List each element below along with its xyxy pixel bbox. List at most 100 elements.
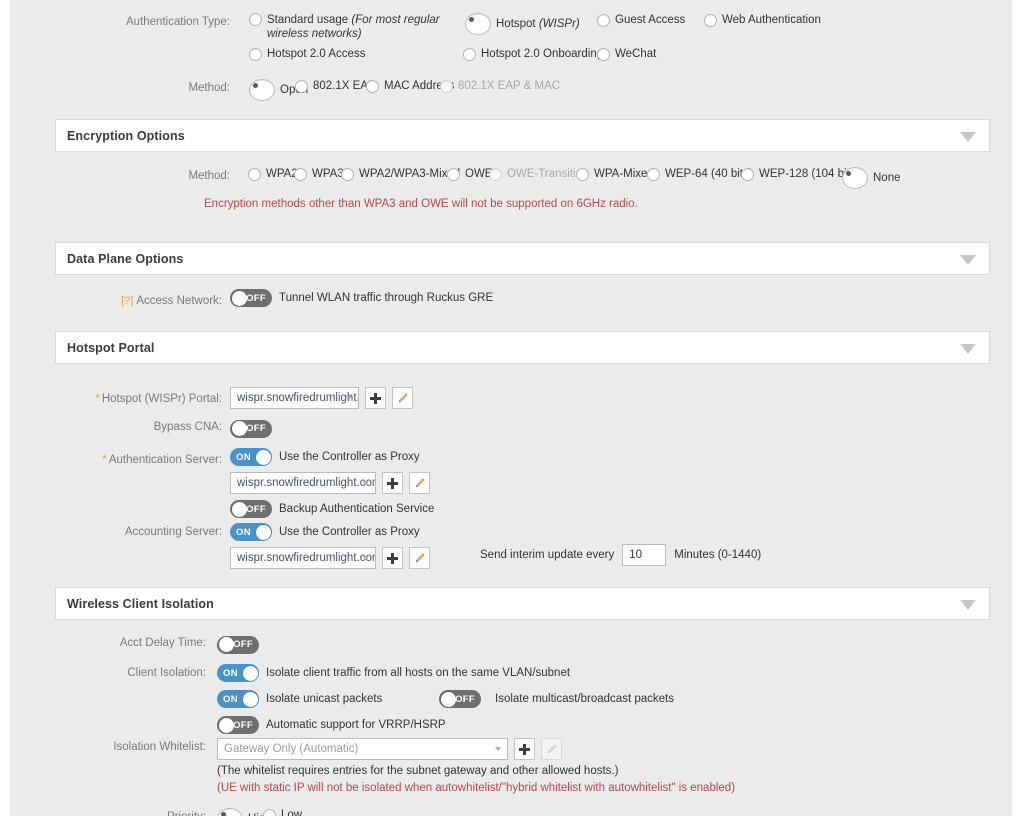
pencil-icon (398, 393, 408, 403)
toggle-knob (231, 290, 247, 306)
auth-server-label: Authentication Server: (108, 454, 222, 466)
section-hotspot-portal[interactable]: Hotspot Portal (55, 331, 990, 364)
toggle-knob (242, 665, 258, 681)
radio-enc-wpa-mixed[interactable]: WPA-Mixed (576, 167, 654, 181)
wispr-portal-row: * Hotspot (WISPr) Portal: wispr.snowfired… (10, 387, 1012, 409)
chevron-down-icon[interactable] (960, 131, 976, 142)
radio-enc-wep64-icon[interactable] (647, 167, 660, 181)
radio-method-mac-address-icon[interactable] (366, 79, 379, 93)
acct-server-toggle-state: ON (236, 526, 251, 538)
add-acct-server-button[interactable] (382, 547, 403, 569)
radio-enc-none-icon[interactable] (842, 167, 868, 189)
add-wispr-portal-button[interactable] (365, 387, 386, 409)
acct-delay-label: Acct Delay Time: (119, 637, 206, 649)
radio-guest-access[interactable]: Guest Access (597, 13, 685, 27)
radio-method-8021x-eap-icon[interactable] (295, 79, 308, 93)
acct-delay-toggle[interactable]: OFF (217, 635, 259, 654)
radio-standard-usage[interactable]: Standard usage (For most regular wireles… (249, 13, 459, 41)
isolate-unicast-row: ON Isolate unicast packets OFF Isolate m… (217, 690, 997, 708)
section-wireless-client-isolation[interactable]: Wireless Client Isolation (55, 587, 990, 620)
section-hotspot-portal-title: Hotspot Portal (67, 340, 155, 355)
radio-enc-wpa2-wpa3-mixed[interactable]: WPA2/WPA3-Mixed (341, 167, 460, 181)
radio-priority-low-icon[interactable] (263, 808, 276, 816)
bypass-cna-label: Bypass CNA: (153, 421, 222, 433)
radio-web-authentication[interactable]: Web Authentication (704, 13, 821, 27)
isolate-vlan-toggle[interactable]: ON (217, 664, 259, 682)
bypass-cna-toggle-state: OFF (246, 423, 266, 434)
radio-enc-wpa-mixed-label: WPA-Mixed (594, 168, 654, 180)
bypass-cna-toggle[interactable]: OFF (230, 419, 272, 438)
isolation-whitelist-row: Isolation Whitelist: Gateway Only (Autom… (10, 738, 1012, 794)
radio-hotspot-wispr-note: (WISPr) (538, 18, 580, 30)
auth-type-row: Authentication Type: Standard usage (For… (10, 13, 1012, 61)
radio-enc-wpa2-wpa3-mixed-icon[interactable] (341, 167, 354, 181)
radio-hotspot-wispr[interactable]: Hotspot (WISPr) (465, 13, 580, 35)
radio-enc-owe[interactable]: OWE (447, 167, 492, 181)
auth-server-proxy-toggle[interactable]: ON (230, 448, 272, 466)
radio-hotspot20-access-icon[interactable] (249, 47, 262, 61)
section-data-plane-options[interactable]: Data Plane Options (55, 242, 990, 275)
radio-method-8021x-eap[interactable]: 802.1X EAP (295, 79, 376, 93)
edit-whitelist-button (541, 738, 562, 760)
chevron-down-icon (363, 481, 370, 485)
radio-wechat[interactable]: WeChat (597, 47, 656, 61)
wispr-portal-select[interactable]: wispr.snowfiredrumlight.com (230, 387, 359, 409)
vrrp-toggle[interactable]: OFF (217, 716, 259, 734)
isolate-vlan-row: ON Isolate client traffic from all hosts… (217, 664, 997, 682)
add-auth-server-button[interactable] (382, 472, 403, 494)
backup-auth-toggle-state: OFF (246, 503, 266, 515)
isolation-whitelist-select[interactable]: Gateway Only (Automatic) (217, 738, 508, 760)
auth-server-select[interactable]: wispr.snowfiredrumlight.com (230, 472, 376, 494)
chevron-down-icon[interactable] (960, 254, 976, 265)
radio-enc-wpa2-icon[interactable] (248, 167, 261, 181)
pencil-icon (415, 478, 425, 488)
acct-server-select[interactable]: wispr.snowfiredrumlight.com (230, 547, 376, 569)
add-whitelist-button[interactable] (514, 738, 535, 760)
radio-enc-owe-icon[interactable] (447, 167, 460, 181)
radio-priority-high-icon[interactable] (217, 808, 243, 816)
edit-acct-server-button[interactable] (409, 547, 430, 569)
radio-hotspot20-onboarding-icon[interactable] (463, 47, 476, 61)
edit-auth-server-button[interactable] (409, 472, 430, 494)
radio-method-8021x-eap-mac-label: 802.1X EAP & MAC (458, 80, 561, 92)
edit-wispr-portal-button[interactable] (392, 387, 413, 409)
radio-wechat-icon[interactable] (597, 47, 610, 61)
isolate-unicast-toggle-state: ON (223, 693, 238, 705)
radio-web-authentication-icon[interactable] (704, 13, 717, 27)
isolate-unicast-toggle[interactable]: ON (217, 690, 259, 708)
chevron-down-icon (495, 747, 502, 751)
radio-standard-usage-icon[interactable] (249, 13, 262, 26)
section-data-plane-options-title: Data Plane Options (67, 251, 184, 266)
toggle-knob (218, 637, 234, 652)
section-encryption-options[interactable]: Encryption Options (55, 119, 990, 152)
radio-hotspot-wispr-icon[interactable] (465, 13, 491, 35)
radio-enc-wpa3-icon[interactable] (294, 167, 307, 181)
radio-guest-access-icon[interactable] (597, 13, 610, 27)
isolate-multicast-description: Isolate multicast/broadcast packets (495, 693, 674, 705)
radio-enc-wpa2[interactable]: WPA2 (248, 167, 298, 181)
access-network-toggle[interactable]: OFF (230, 289, 272, 307)
help-icon[interactable]: [?] (121, 295, 133, 307)
isolate-multicast-toggle[interactable]: OFF (439, 690, 481, 708)
auth-type-label: Authentication Type: (126, 16, 230, 28)
interim-update-input[interactable]: 10 (622, 544, 667, 566)
acct-server-proxy-toggle[interactable]: ON (230, 523, 272, 541)
backup-auth-toggle[interactable]: OFF (230, 500, 272, 518)
chevron-down-icon[interactable] (960, 343, 976, 354)
chevron-down-icon[interactable] (960, 599, 976, 610)
radio-hotspot20-access[interactable]: Hotspot 2.0 Access (249, 47, 365, 61)
backup-auth-description: Backup Authentication Service (279, 503, 435, 515)
radio-hotspot20-onboarding[interactable]: Hotspot 2.0 Onboarding (463, 47, 603, 61)
radio-enc-wpa-mixed-icon[interactable] (576, 167, 589, 181)
radio-enc-wep64[interactable]: WEP-64 (40 bits) (647, 167, 753, 181)
radio-enc-wpa3[interactable]: WPA3 (294, 167, 344, 181)
client-isolation-row: Client Isolation: ON Isolate client traf… (10, 664, 1012, 734)
required-marker: * (95, 391, 100, 405)
radio-hotspot20-onboarding-label: Hotspot 2.0 Onboarding (481, 48, 604, 60)
encryption-method-label: Method: (188, 170, 230, 182)
radio-enc-none[interactable]: None (842, 167, 901, 189)
radio-priority-low[interactable]: Low (263, 808, 302, 816)
radio-enc-wep128-icon[interactable] (741, 167, 754, 181)
radio-method-open-icon[interactable] (249, 79, 275, 101)
auth-server-proxy-description: Use the Controller as Proxy (279, 451, 420, 463)
